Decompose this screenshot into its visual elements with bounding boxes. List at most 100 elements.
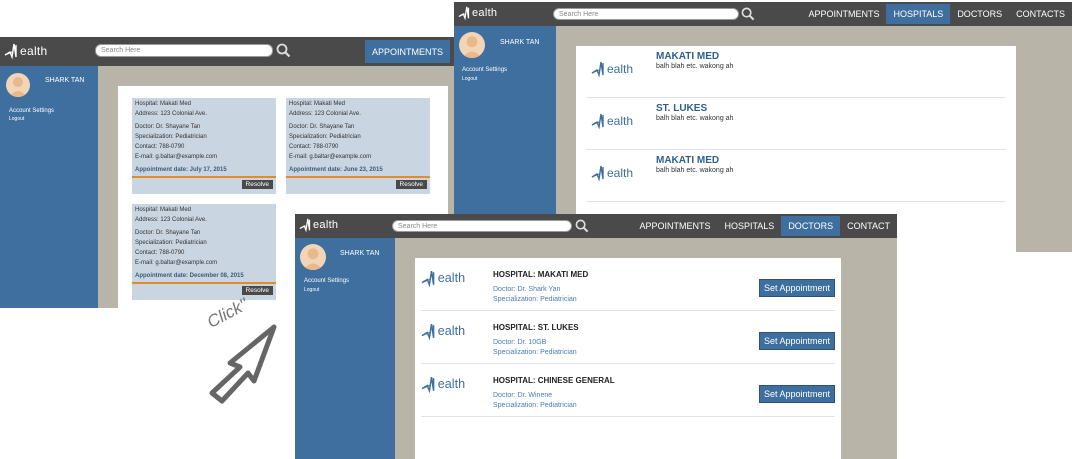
set-appointment-button[interactable]: Set Appointment	[758, 279, 835, 297]
doctor-name: Doctor: Dr. 10GB	[493, 339, 547, 346]
search-input[interactable]: Search Here	[553, 8, 739, 20]
nav-appointments[interactable]: APPOINTMENTS	[632, 214, 717, 238]
logo[interactable]: ealth	[4, 42, 48, 60]
logout-link[interactable]: Logout	[9, 116, 24, 122]
card-email: E-mail: g.baltar@example.com	[289, 154, 372, 160]
set-appointment-button[interactable]: Set Appointment	[758, 332, 835, 350]
main-nav: APPOINTMENTS HOSPITALS DOCTORS CONTACT	[632, 214, 897, 238]
nav-hospitals[interactable]: HOSPITALS	[717, 214, 781, 238]
logo-text: ealth	[437, 271, 466, 286]
nav-contact[interactable]: CONTACT	[840, 214, 897, 238]
avatar	[6, 73, 30, 97]
nav-doctors[interactable]: DOCTORS	[950, 2, 1009, 26]
health-logo-icon	[591, 165, 604, 182]
sidebar: SHARK TAN Account Settings Logout	[295, 238, 395, 459]
card-appointment-date: Appointment date: June 23, 2015	[289, 167, 383, 173]
hospital-list-item[interactable]: ealth MAKATI MED balh blah etc. wakong ah	[586, 46, 1006, 98]
logo[interactable]: ealth	[299, 217, 338, 233]
logo-text: ealth	[20, 44, 48, 58]
account-settings-link[interactable]: Account Settings	[9, 108, 54, 114]
search-placeholder: Search Here	[559, 10, 599, 18]
search-placeholder: Search Here	[101, 47, 141, 54]
search-placeholder: Search Here	[398, 222, 438, 230]
card-divider	[132, 176, 276, 178]
hospital-description: balh blah etc. wakong ah	[656, 63, 734, 70]
card-specialization: Specialization: Pediatrician	[135, 240, 207, 246]
nav-hospitals[interactable]: HOSPITALS	[886, 4, 951, 24]
hospital-name[interactable]: MAKATI MED	[656, 155, 719, 166]
appointment-card: Hospital: Makati Med Address: 123 Colonia…	[132, 98, 276, 194]
hospital-name[interactable]: ST. LUKES	[656, 103, 707, 114]
nav-appointments[interactable]: APPOINTMENTS	[801, 2, 886, 26]
search-input[interactable]: Search Here	[392, 220, 572, 232]
nav-doctors[interactable]: DOCTORS	[781, 216, 841, 236]
avatar	[459, 32, 485, 58]
card-email: E-mail: g.baltar@example.com	[135, 260, 218, 266]
account-settings-link[interactable]: Account Settings	[462, 67, 507, 73]
logo-text: ealth	[607, 62, 634, 76]
health-logo: ealth	[421, 269, 465, 288]
search-icon[interactable]	[575, 219, 589, 233]
health-logo: ealth	[591, 164, 633, 182]
doctor-list-item: ealth HOSPITAL: MAKATI MED Doctor: Dr. Sha…	[421, 258, 835, 311]
logout-link[interactable]: Logout	[304, 287, 319, 293]
health-logo-icon	[4, 43, 17, 60]
doctor-specialization: Specialization: Pediatrician	[493, 349, 577, 356]
doctor-specialization: Specialization: Pediatrician	[493, 402, 577, 409]
search-icon[interactable]	[276, 43, 291, 58]
logout-link[interactable]: Logout	[462, 76, 477, 82]
health-logo: ealth	[421, 375, 465, 394]
health-logo-icon	[458, 6, 470, 21]
avatar	[300, 244, 326, 270]
card-email: E-mail: g.baltar@example.com	[135, 154, 218, 160]
window-doctors: ealth Search Here APPOINTMENTS HOSPITALS…	[295, 214, 897, 459]
health-logo: ealth	[421, 322, 465, 341]
card-divider	[132, 282, 276, 284]
search-icon[interactable]	[741, 7, 755, 21]
health-logo-icon	[591, 61, 604, 78]
card-doctor: Doctor: Dr. Shayane Tan	[135, 124, 201, 130]
resolve-button[interactable]: Resolve	[241, 180, 273, 189]
top-navbar: ealth Search Here APPOINTMENTS HO	[0, 37, 460, 66]
nav-contacts[interactable]: CONTACTS	[1009, 2, 1072, 26]
user-name: SHARK TAN	[340, 250, 380, 257]
logo[interactable]: ealth	[458, 5, 497, 21]
hospital-description: balh blah etc. wakong ah	[656, 167, 734, 174]
cursor-arrow-icon	[209, 324, 277, 404]
card-contact: Contact: 788-0790	[135, 144, 185, 150]
resolve-button[interactable]: Resolve	[395, 180, 427, 189]
doctor-specialization: Specialization: Pediatrician	[493, 296, 577, 303]
card-doctor: Doctor: Dr. Shayane Tan	[135, 230, 201, 236]
doctor-list-item: ealth HOSPITAL: ST. LUKES Doctor: Dr. 10GB…	[421, 311, 835, 364]
card-hospital: Hospital: Makati Med	[135, 207, 192, 213]
card-address: Address: 123 Colonial Ave.	[135, 217, 207, 223]
user-name: SHARK TAN	[45, 77, 85, 84]
logo-text: ealth	[313, 219, 339, 231]
card-appointment-date: Appointment date: July 17, 2015	[135, 167, 227, 173]
top-navbar: ealth Search Here APPOINTMENTS HOSPITALS…	[454, 2, 1072, 26]
logo-text: ealth	[607, 166, 634, 180]
doctor-list-item: ealth HOSPITAL: CHINESE GENERAL Doctor: Dr…	[421, 364, 835, 417]
user-name: SHARK TAN	[500, 39, 540, 46]
appointment-card: Hospital: Makati Med Address: 123 Colonia…	[286, 98, 430, 194]
logo-text: ealth	[607, 114, 634, 128]
card-appointment-date: Appointment date: December 08, 2015	[135, 273, 244, 279]
click-annotation: Click''	[200, 295, 295, 405]
logo-text: ealth	[472, 7, 498, 19]
resolve-button[interactable]: Resolve	[241, 286, 273, 295]
card-address: Address: 123 Colonial Ave.	[289, 111, 361, 117]
logo-text: ealth	[437, 377, 466, 392]
hospital-list-item[interactable]: ealth MAKATI MED balh blah etc. wakong ah	[586, 150, 1006, 202]
hospital-name[interactable]: MAKATI MED	[656, 51, 719, 62]
card-doctor: Doctor: Dr. Shayane Tan	[289, 124, 355, 130]
nav-appointments[interactable]: APPOINTMENTS	[365, 40, 451, 63]
search-input[interactable]: Search Here	[95, 44, 273, 57]
hospital-description: balh blah etc. wakong ah	[656, 115, 734, 122]
doctor-name: Doctor: Dr. Shark Yan	[493, 286, 561, 293]
card-divider	[286, 176, 430, 178]
hospital-list-item[interactable]: ealth ST. LUKES balh blah etc. wakong ah	[586, 98, 1006, 150]
set-appointment-button[interactable]: Set Appointment	[758, 385, 835, 403]
card-hospital: Hospital: Makati Med	[289, 101, 346, 107]
health-logo-icon	[591, 113, 604, 130]
account-settings-link[interactable]: Account Settings	[304, 278, 349, 284]
